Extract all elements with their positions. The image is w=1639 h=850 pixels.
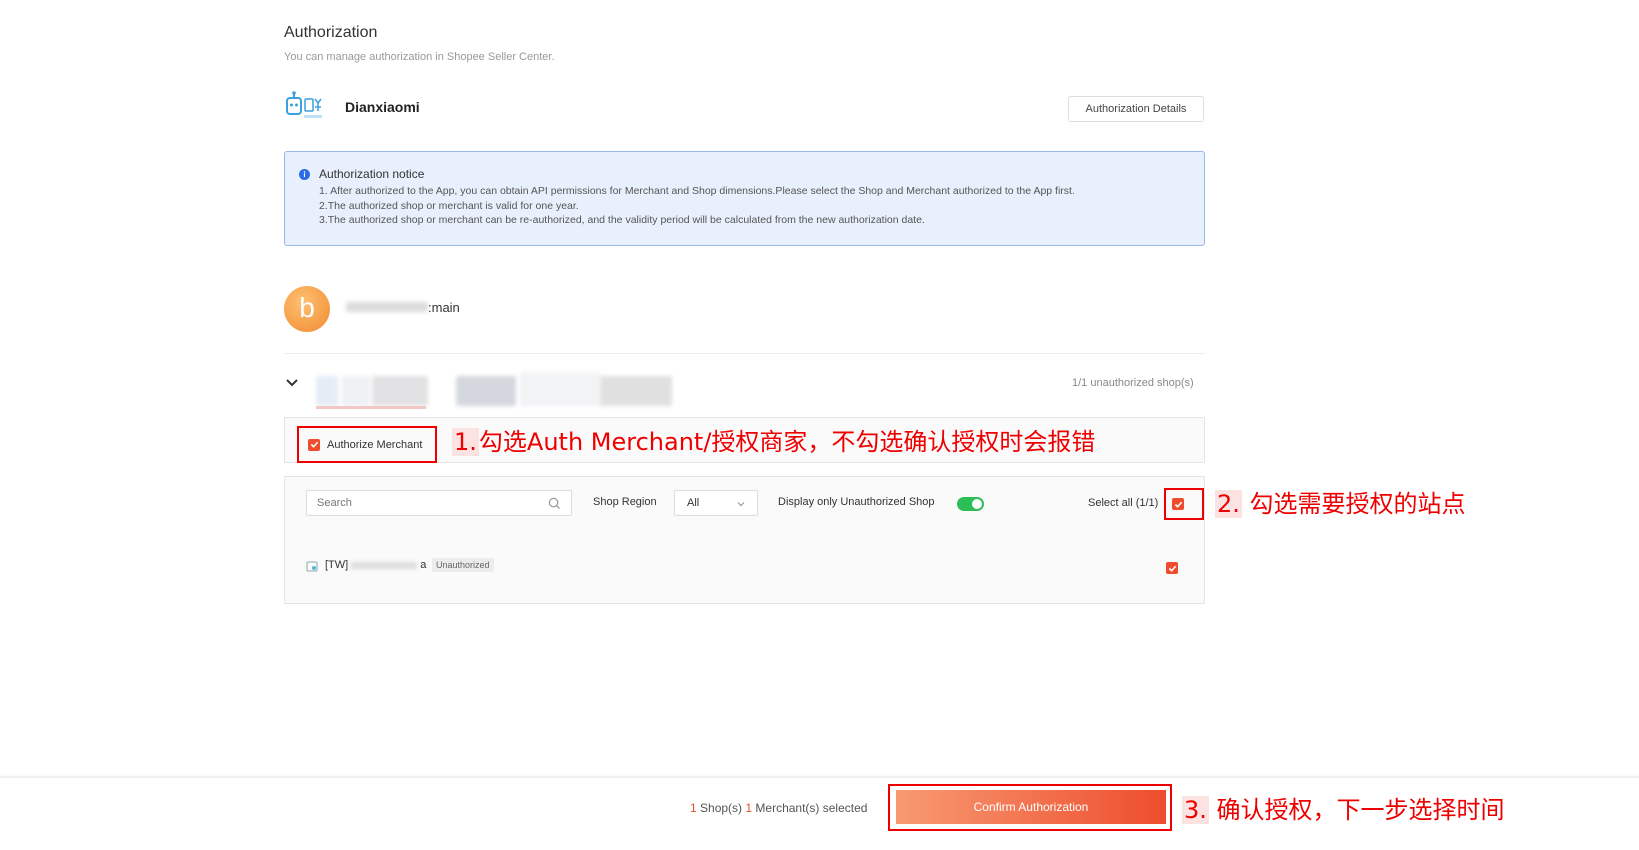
shop-search-input[interactable] bbox=[306, 490, 572, 516]
display-unauthorized-label: Display only Unauthorized Shop bbox=[778, 496, 935, 508]
shop-checkbox[interactable] bbox=[1166, 562, 1178, 574]
redacted-merchant-name bbox=[316, 376, 338, 406]
notice-line: 2.The authorized shop or merchant is val… bbox=[319, 200, 579, 212]
shop-region-label: Shop Region bbox=[593, 496, 657, 508]
annotation-step-2: 2. 勾选需要授权的站点 bbox=[1215, 484, 1466, 519]
annotation-highlight-box bbox=[1164, 488, 1204, 520]
selection-summary: 1 Shop(s) 1 Merchant(s) selected bbox=[690, 801, 867, 815]
footer-divider bbox=[0, 776, 1639, 778]
authorize-merchant-checkbox[interactable]: Authorize Merchant bbox=[297, 426, 437, 463]
select-all-label: Select all (1/1) bbox=[1088, 497, 1159, 509]
notice-line: 1. After authorized to the App, you can … bbox=[319, 185, 1075, 197]
redacted-underline bbox=[316, 406, 426, 409]
notice-title: Authorization notice bbox=[319, 167, 425, 181]
annotation-step-3: 3. 确认授权，下一步选择时间 bbox=[1182, 790, 1505, 825]
redacted-merchant-name bbox=[372, 376, 428, 406]
notice-line: 3.The authorized shop or merchant can be… bbox=[319, 214, 925, 226]
display-unauthorized-toggle[interactable] bbox=[957, 497, 984, 511]
authorization-notice: i Authorization notice 1. After authoriz… bbox=[284, 151, 1205, 246]
page-subtitle: You can manage authorization in Shopee S… bbox=[284, 51, 555, 63]
shop-icon bbox=[306, 561, 318, 572]
collapse-chevron-icon[interactable] bbox=[285, 376, 299, 390]
page-title: Authorization bbox=[284, 24, 378, 41]
toggle-knob bbox=[972, 499, 982, 509]
selected-merchant-text: Merchant(s) selected bbox=[752, 801, 868, 815]
authorize-merchant-label: Authorize Merchant bbox=[327, 438, 423, 451]
annotation-step-2-number: 2. bbox=[1215, 490, 1242, 518]
annotation-step-3-text: 确认授权，下一步选择时间 bbox=[1216, 796, 1505, 824]
divider bbox=[284, 353, 1205, 354]
chevron-down-icon bbox=[737, 502, 745, 507]
redacted-merchant-name bbox=[456, 376, 516, 406]
annotation-step-1: 1.勾选Auth Merchant/授权商家，不勾选确认授权时会报错 bbox=[452, 422, 1095, 457]
app-name: Dianxiaomi bbox=[345, 99, 420, 115]
account-avatar: b bbox=[284, 286, 330, 332]
annotation-step-1-number: 1. bbox=[452, 428, 479, 456]
redacted-merchant-name bbox=[520, 372, 600, 406]
redacted-account-name bbox=[346, 302, 428, 312]
shop-name: [TW] a bbox=[325, 559, 426, 571]
selected-shop-count: 1 bbox=[690, 801, 697, 815]
annotation-step-2-text: 勾选需要授权的站点 bbox=[1249, 490, 1466, 518]
account-name-suffix: :main bbox=[428, 300, 460, 315]
authorization-details-button[interactable]: Authorization Details bbox=[1068, 96, 1204, 122]
search-icon[interactable] bbox=[548, 497, 561, 510]
annotation-step-3-number: 3. bbox=[1182, 796, 1209, 824]
shop-status-badge: Unauthorized bbox=[432, 558, 494, 572]
redacted-merchant-name bbox=[342, 376, 370, 406]
shop-name-prefix: [TW] bbox=[325, 559, 349, 571]
redacted-merchant-name bbox=[600, 376, 672, 406]
app-logo-icon bbox=[286, 91, 322, 118]
shop-name-suffix: a bbox=[420, 559, 427, 571]
redacted-shop-name bbox=[351, 561, 418, 569]
checkbox-checked-icon bbox=[308, 438, 320, 451]
selected-shop-text: Shop(s) bbox=[696, 801, 746, 815]
info-icon: i bbox=[299, 169, 310, 180]
confirm-authorization-button[interactable]: Confirm Authorization bbox=[896, 790, 1166, 824]
unauthorized-shop-count: 1/1 unauthorized shop(s) bbox=[1072, 377, 1194, 389]
select-all-checkbox[interactable] bbox=[1172, 498, 1184, 510]
annotation-step-1-text: 勾选Auth Merchant/授权商家，不勾选确认授权时会报错 bbox=[478, 428, 1096, 456]
